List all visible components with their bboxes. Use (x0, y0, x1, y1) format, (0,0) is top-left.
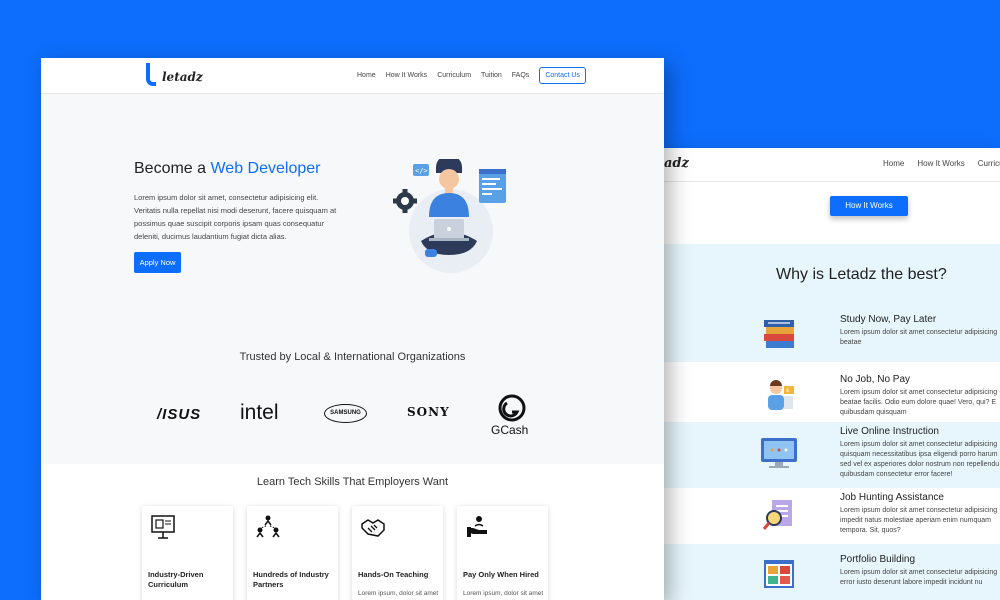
card-title: Hands-On Teaching (358, 570, 429, 579)
why-item-title: Job Hunting Assistance (840, 492, 944, 503)
feature-card: Pay Only When Hired Lorem ipsum, dolor s… (457, 506, 548, 600)
hero-description: Lorem ipsum dolor sit amet, consectetur … (134, 193, 337, 241)
front-window-screenshot: letadz Home How It Works Curriculum Tuit… (41, 58, 664, 600)
monitor-icon (761, 438, 797, 468)
apply-now-button[interactable]: Apply Now (134, 252, 181, 273)
search-document-icon (762, 500, 792, 530)
back-navbar: adz Home How It Works Curricul (664, 148, 1000, 182)
how-it-works-button[interactable]: How It Works (830, 196, 908, 216)
feature-card: Hundreds of Industry Partners (247, 506, 338, 600)
why-item-text: Lorem ipsum dolor sit amet consectetur a… (840, 507, 998, 534)
gcash-logo: GCash (490, 394, 536, 442)
why-title: Why is Letadz the best? (776, 266, 947, 283)
nav-how-it-works[interactable]: How It Works (386, 72, 428, 79)
feature-card: Hands-On Teaching Lorem ipsum, dolor sit… (352, 506, 443, 600)
books-icon (764, 320, 794, 348)
card-title: Hundreds of Industry Partners (253, 570, 329, 589)
hero-title: Become a Web Developer (134, 160, 320, 178)
samsung-logo: SAMSUNG (324, 404, 367, 423)
svg-text:</>: </> (415, 167, 428, 175)
logo-text: letadz (162, 70, 203, 84)
back-logo[interactable]: adz (664, 156, 689, 171)
partners-icon (256, 515, 280, 538)
hero-section: Become a Web Developer Lorem ipsum dolor… (41, 94, 664, 464)
back-nav-how-it-works[interactable]: How It Works (917, 159, 964, 168)
intel-logo: intel (240, 401, 279, 424)
handshake-icon (361, 519, 385, 537)
back-nav-curriculum[interactable]: Curricul (978, 159, 1000, 168)
why-item-text: Lorem ipsum dolor sit amet consectetur a… (840, 329, 998, 346)
why-item-title: Live Online Instruction (840, 426, 939, 437)
nav-tuition[interactable]: Tuition (481, 72, 502, 79)
card-title: Pay Only When Hired (463, 570, 539, 579)
gcash-mark-icon (498, 394, 526, 422)
why-item-text: Lorem ipsum dolor sit amet consectetur a… (840, 389, 998, 416)
skills-title: Learn Tech Skills That Employers Want (256, 476, 449, 488)
why-item-text: Lorem ipsum dolor sit amet consectetur a… (840, 569, 998, 586)
why-item-title: Portfolio Building (840, 554, 916, 565)
skills-section: Learn Tech Skills That Employers Want In… (41, 464, 664, 600)
partner-logos: /ISUS intel SAMSUNG SONY GCash (41, 394, 664, 454)
hero-title-plain: Become a (134, 160, 211, 177)
card-title: Industry-Driven Curriculum (148, 570, 204, 589)
nav-faqs[interactable]: FAQs (512, 72, 530, 79)
hero-title-highlight: Web Developer (210, 160, 321, 177)
card-text: Lorem ipsum, dolor sit amet (358, 590, 439, 597)
trusted-title: Trusted by Local & International Organiz… (239, 351, 466, 363)
nav-home[interactable]: Home (357, 72, 376, 79)
job-seeker-icon: $ (768, 380, 794, 410)
portfolio-icon (764, 560, 794, 588)
gcash-text: GCash (491, 423, 529, 437)
logo-mark-icon (146, 63, 156, 86)
logo[interactable]: letadz (144, 63, 203, 87)
back-nav-home[interactable]: Home (883, 159, 904, 168)
feature-card: Industry-Driven Curriculum (142, 506, 233, 600)
why-item-title: Study Now, Pay Later (840, 314, 937, 325)
payment-icon (467, 516, 487, 537)
why-item-text: Lorem ipsum dolor sit amet consectetur a… (840, 441, 1000, 478)
sony-logo: SONY (407, 405, 450, 419)
why-item-title: No Job, No Pay (840, 374, 911, 385)
card-text: Lorem ipsum, dolor sit amet (463, 590, 544, 597)
curriculum-icon (151, 515, 175, 539)
asus-logo: /ISUS (157, 406, 202, 423)
svg-text:$: $ (786, 388, 789, 394)
back-window-screenshot: adz Home How It Works Curricul How It Wo… (664, 148, 1000, 600)
contact-us-button[interactable]: Contact Us (539, 67, 586, 84)
gear-icon (393, 189, 417, 213)
nav-curriculum[interactable]: Curriculum (437, 72, 471, 79)
why-section: Why is Letadz the best? Study Now, Pay L… (664, 244, 1000, 600)
navbar: letadz Home How It Works Curriculum Tuit… (41, 58, 664, 94)
developer-illustration: </> (393, 159, 506, 273)
